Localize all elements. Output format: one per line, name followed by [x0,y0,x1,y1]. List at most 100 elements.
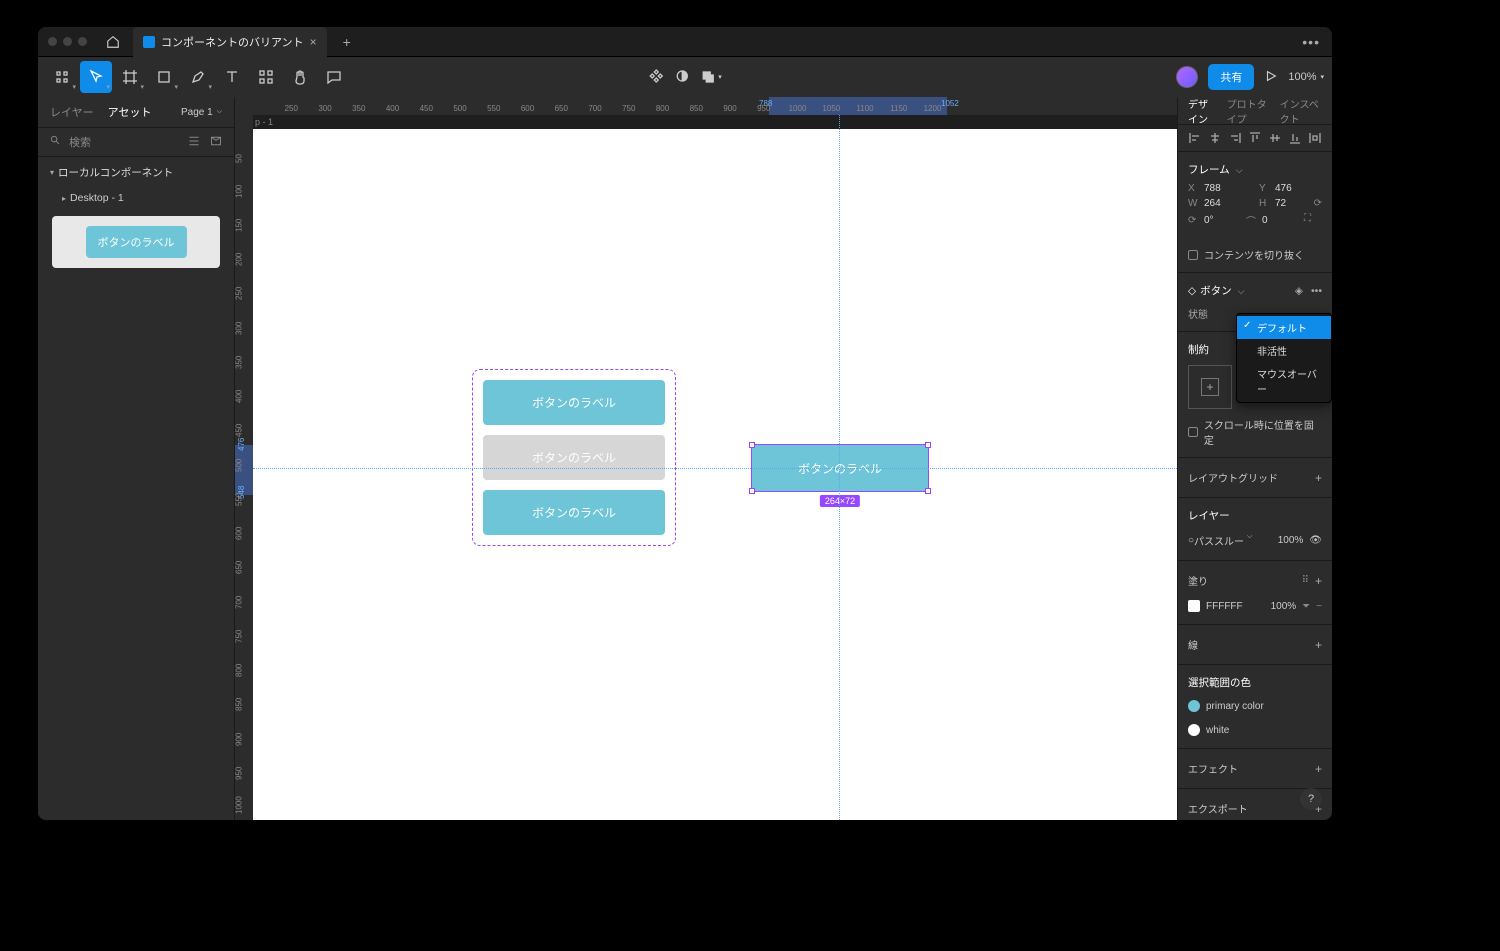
list-view-icon[interactable] [188,135,200,150]
tab-design[interactable]: デザイン [1188,96,1217,126]
main-menu-icon[interactable] [46,61,78,93]
align-left-icon[interactable] [1188,131,1202,145]
frame-label[interactable]: p - 1 [255,117,273,127]
ruler-horizontal: 788 1052 2503003504004505005506006507007… [253,97,1177,115]
toolbar: ▾ 共有 100%▾ [38,57,1332,97]
layer-opacity[interactable]: 100% [1278,535,1304,546]
page-dropdown[interactable]: Page 1⌵ [181,107,222,118]
variant-option-disabled[interactable]: 非活性 [1237,339,1331,362]
component-icon[interactable] [648,68,664,87]
component-variant-set[interactable]: ボタンのラベル ボタンのラベル ボタンのラベル [472,369,676,546]
variant-default[interactable]: ボタンのラベル [483,380,665,425]
variant-hover[interactable]: ボタンのラベル [483,490,665,535]
tab-title: コンポーネントのバリアント [161,34,304,50]
align-right-icon[interactable] [1228,131,1242,145]
radius-field[interactable]: ⌒0 [1246,213,1296,228]
home-icon[interactable] [101,30,125,54]
menu-dots-icon[interactable]: ••• [1298,34,1324,50]
variant-option-hover[interactable]: マウスオーバー [1237,362,1331,400]
w-field[interactable]: W264 [1188,198,1251,209]
asset-button-preview: ボタンのラベル [86,226,187,258]
fix-scroll-checkbox[interactable]: スクロール時に位置を固定 [1178,413,1332,451]
left-panel: レイヤー アセット Page 1⌵ 検索 ローカルコンポーネント Desktop… [38,97,235,820]
remove-fill-icon[interactable]: − [1316,601,1322,612]
stroke-section: 線+ [1178,625,1332,665]
fill-section: 塗り⠿+ FFFFFF 100% ⏷ − [1178,561,1332,625]
tab-layers[interactable]: レイヤー [50,104,94,120]
titlebar: コンポーネントのバリアント × + ••• [38,27,1332,57]
variant-disabled[interactable]: ボタンのラベル [483,435,665,480]
fill-style-icon[interactable]: ⠿ [1302,575,1309,586]
fill-visibility-icon[interactable]: ⏷ [1302,601,1310,612]
hand-tool-icon[interactable] [284,61,316,93]
library-icon[interactable] [210,135,222,150]
asset-search[interactable]: 検索 [38,127,234,157]
x-field[interactable]: X788 [1188,183,1251,194]
layer-section: レイヤー ○ パススルー⌵ 100% 👁 [1178,498,1332,561]
fill-row[interactable]: FFFFFF 100% ⏷ − [1178,594,1332,618]
avatar[interactable] [1176,66,1198,88]
file-tab[interactable]: コンポーネントのバリアント × [133,27,327,57]
add-fill-icon[interactable]: + [1315,574,1322,588]
y-field[interactable]: Y476 [1259,183,1322,194]
add-grid-icon[interactable]: + [1315,471,1322,485]
variant-option-default[interactable]: デフォルト [1237,316,1331,339]
add-stroke-icon[interactable]: + [1315,638,1322,652]
present-icon[interactable] [1264,69,1278,86]
search-icon [50,135,61,149]
button-component-section: ◇ ボタン ◈••• 状態 デフォルト 非活性 マウスオーバー [1178,273,1332,332]
text-tool-icon[interactable] [216,61,248,93]
new-tab-button[interactable]: + [335,34,359,50]
clip-content-checkbox[interactable]: コンテンツを切り抜く [1178,243,1332,266]
shape-tool-icon[interactable] [148,61,180,93]
comment-tool-icon[interactable] [318,61,350,93]
tab-assets[interactable]: アセット [108,104,152,120]
pen-tool-icon[interactable] [182,61,214,93]
frame-section-title[interactable]: フレーム [1178,158,1332,181]
align-top-icon[interactable] [1248,131,1262,145]
asset-group-desktop[interactable]: Desktop - 1 [38,188,234,208]
local-components-section[interactable]: ローカルコンポーネント [38,157,234,188]
rotation-field[interactable]: ⟳0° [1188,213,1238,228]
distribute-icon[interactable] [1308,131,1322,145]
mask-icon[interactable] [674,68,690,87]
align-bottom-icon[interactable] [1288,131,1302,145]
frame-tool-icon[interactable] [114,61,146,93]
link-dimensions-icon[interactable]: ⟳ [1314,198,1322,209]
traffic-lights[interactable] [46,37,87,46]
h-field[interactable]: H72 [1259,198,1322,209]
toolbar-center: ▾ [648,68,722,87]
figma-file-icon [143,36,155,48]
visibility-icon[interactable]: 👁 [1309,535,1322,546]
share-button[interactable]: 共有 [1208,64,1254,90]
app-window: コンポーネントのバリアント × + ••• [38,27,1332,820]
blend-mode-dropdown[interactable]: パススルー⌵ [1194,533,1252,548]
selcolor-primary[interactable]: primary color [1178,694,1332,718]
resources-tool-icon[interactable] [250,61,282,93]
selection-colors-section: 選択範囲の色 primary color white [1178,665,1332,749]
align-hcenter-icon[interactable] [1208,131,1222,145]
variant-dropdown: デフォルト 非活性 マウスオーバー [1236,313,1332,403]
ruler-corner [235,97,253,115]
zoom-dropdown[interactable]: 100%▾ [1288,71,1324,83]
move-tool-icon[interactable] [80,61,112,93]
canvas-area[interactable]: 788 1052 2503003504004505005506006507007… [235,97,1177,820]
frame-desktop[interactable] [253,129,1177,820]
add-effect-icon[interactable]: + [1315,762,1322,776]
boolean-icon[interactable]: ▾ [700,69,722,85]
selcolor-white[interactable]: white [1178,718,1332,742]
component-section-title[interactable]: ◇ ボタン ◈••• [1178,279,1332,302]
constraint-widget[interactable]: + [1188,365,1232,409]
more-icon[interactable]: ••• [1311,285,1322,297]
indp-corners-icon[interactable]: ⛶ [1304,213,1322,228]
right-panel: デザイン プロトタイプ インスペクト フレーム X788 Y476 W264 [1177,97,1332,820]
swap-instance-icon[interactable]: ◈ [1295,285,1303,297]
tab-inspect[interactable]: インスペクト [1280,96,1322,126]
tab-prototype[interactable]: プロトタイプ [1227,96,1270,126]
align-vcenter-icon[interactable] [1268,131,1282,145]
help-button[interactable]: ? [1300,788,1322,810]
ruler-vertical: 476 548 50100150200250300350400450500550… [235,115,253,820]
zoom-value: 100% [1288,71,1316,83]
close-tab-icon[interactable]: × [310,35,317,49]
asset-thumbnail[interactable]: ボタンのラベル [52,216,220,268]
